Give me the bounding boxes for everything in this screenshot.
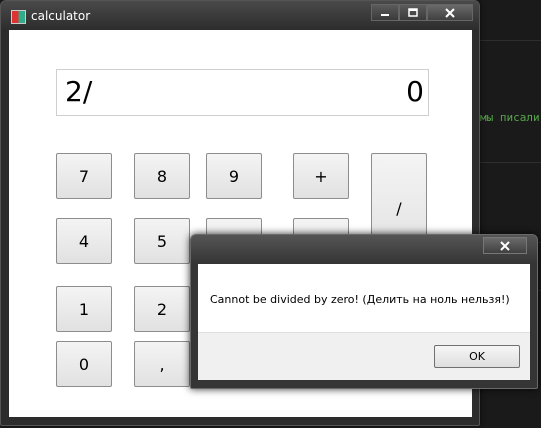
display-value: 0	[406, 75, 424, 108]
dialog-message: Cannot be divided by zero! (Делить на но…	[210, 293, 510, 306]
window-title: calculator	[31, 9, 91, 23]
display-expression: 2/	[65, 75, 93, 108]
minimize-button[interactable]	[371, 4, 399, 21]
app-icon	[11, 10, 26, 24]
minimize-icon	[381, 13, 389, 16]
close-button[interactable]	[427, 4, 473, 21]
background-code-text: мы писали	[480, 111, 540, 124]
ok-button[interactable]: OK	[434, 345, 520, 368]
key-2[interactable]: 2	[134, 286, 190, 332]
key-5[interactable]: 5	[134, 218, 190, 264]
key-7[interactable]: 7	[56, 153, 112, 199]
key-0[interactable]: 0	[56, 341, 112, 387]
key-4[interactable]: 4	[56, 218, 112, 264]
caption-buttons	[371, 4, 473, 22]
key-1[interactable]: 1	[56, 286, 112, 332]
maximize-button[interactable]	[399, 4, 427, 21]
display-field[interactable]: 2/ 0	[56, 69, 429, 116]
error-dialog: Cannot be divided by zero! (Делить на но…	[190, 234, 538, 389]
dialog-close-button[interactable]	[483, 237, 527, 254]
close-icon	[500, 240, 510, 251]
key-8[interactable]: 8	[134, 153, 190, 199]
key-9[interactable]: 9	[206, 153, 262, 199]
key-comma[interactable]: ,	[134, 341, 190, 387]
key-plus[interactable]: +	[293, 153, 349, 199]
dialog-footer: OK	[198, 332, 530, 380]
close-icon	[445, 7, 455, 18]
dialog-body: Cannot be divided by zero! (Делить на но…	[198, 264, 530, 380]
maximize-icon	[408, 8, 418, 17]
